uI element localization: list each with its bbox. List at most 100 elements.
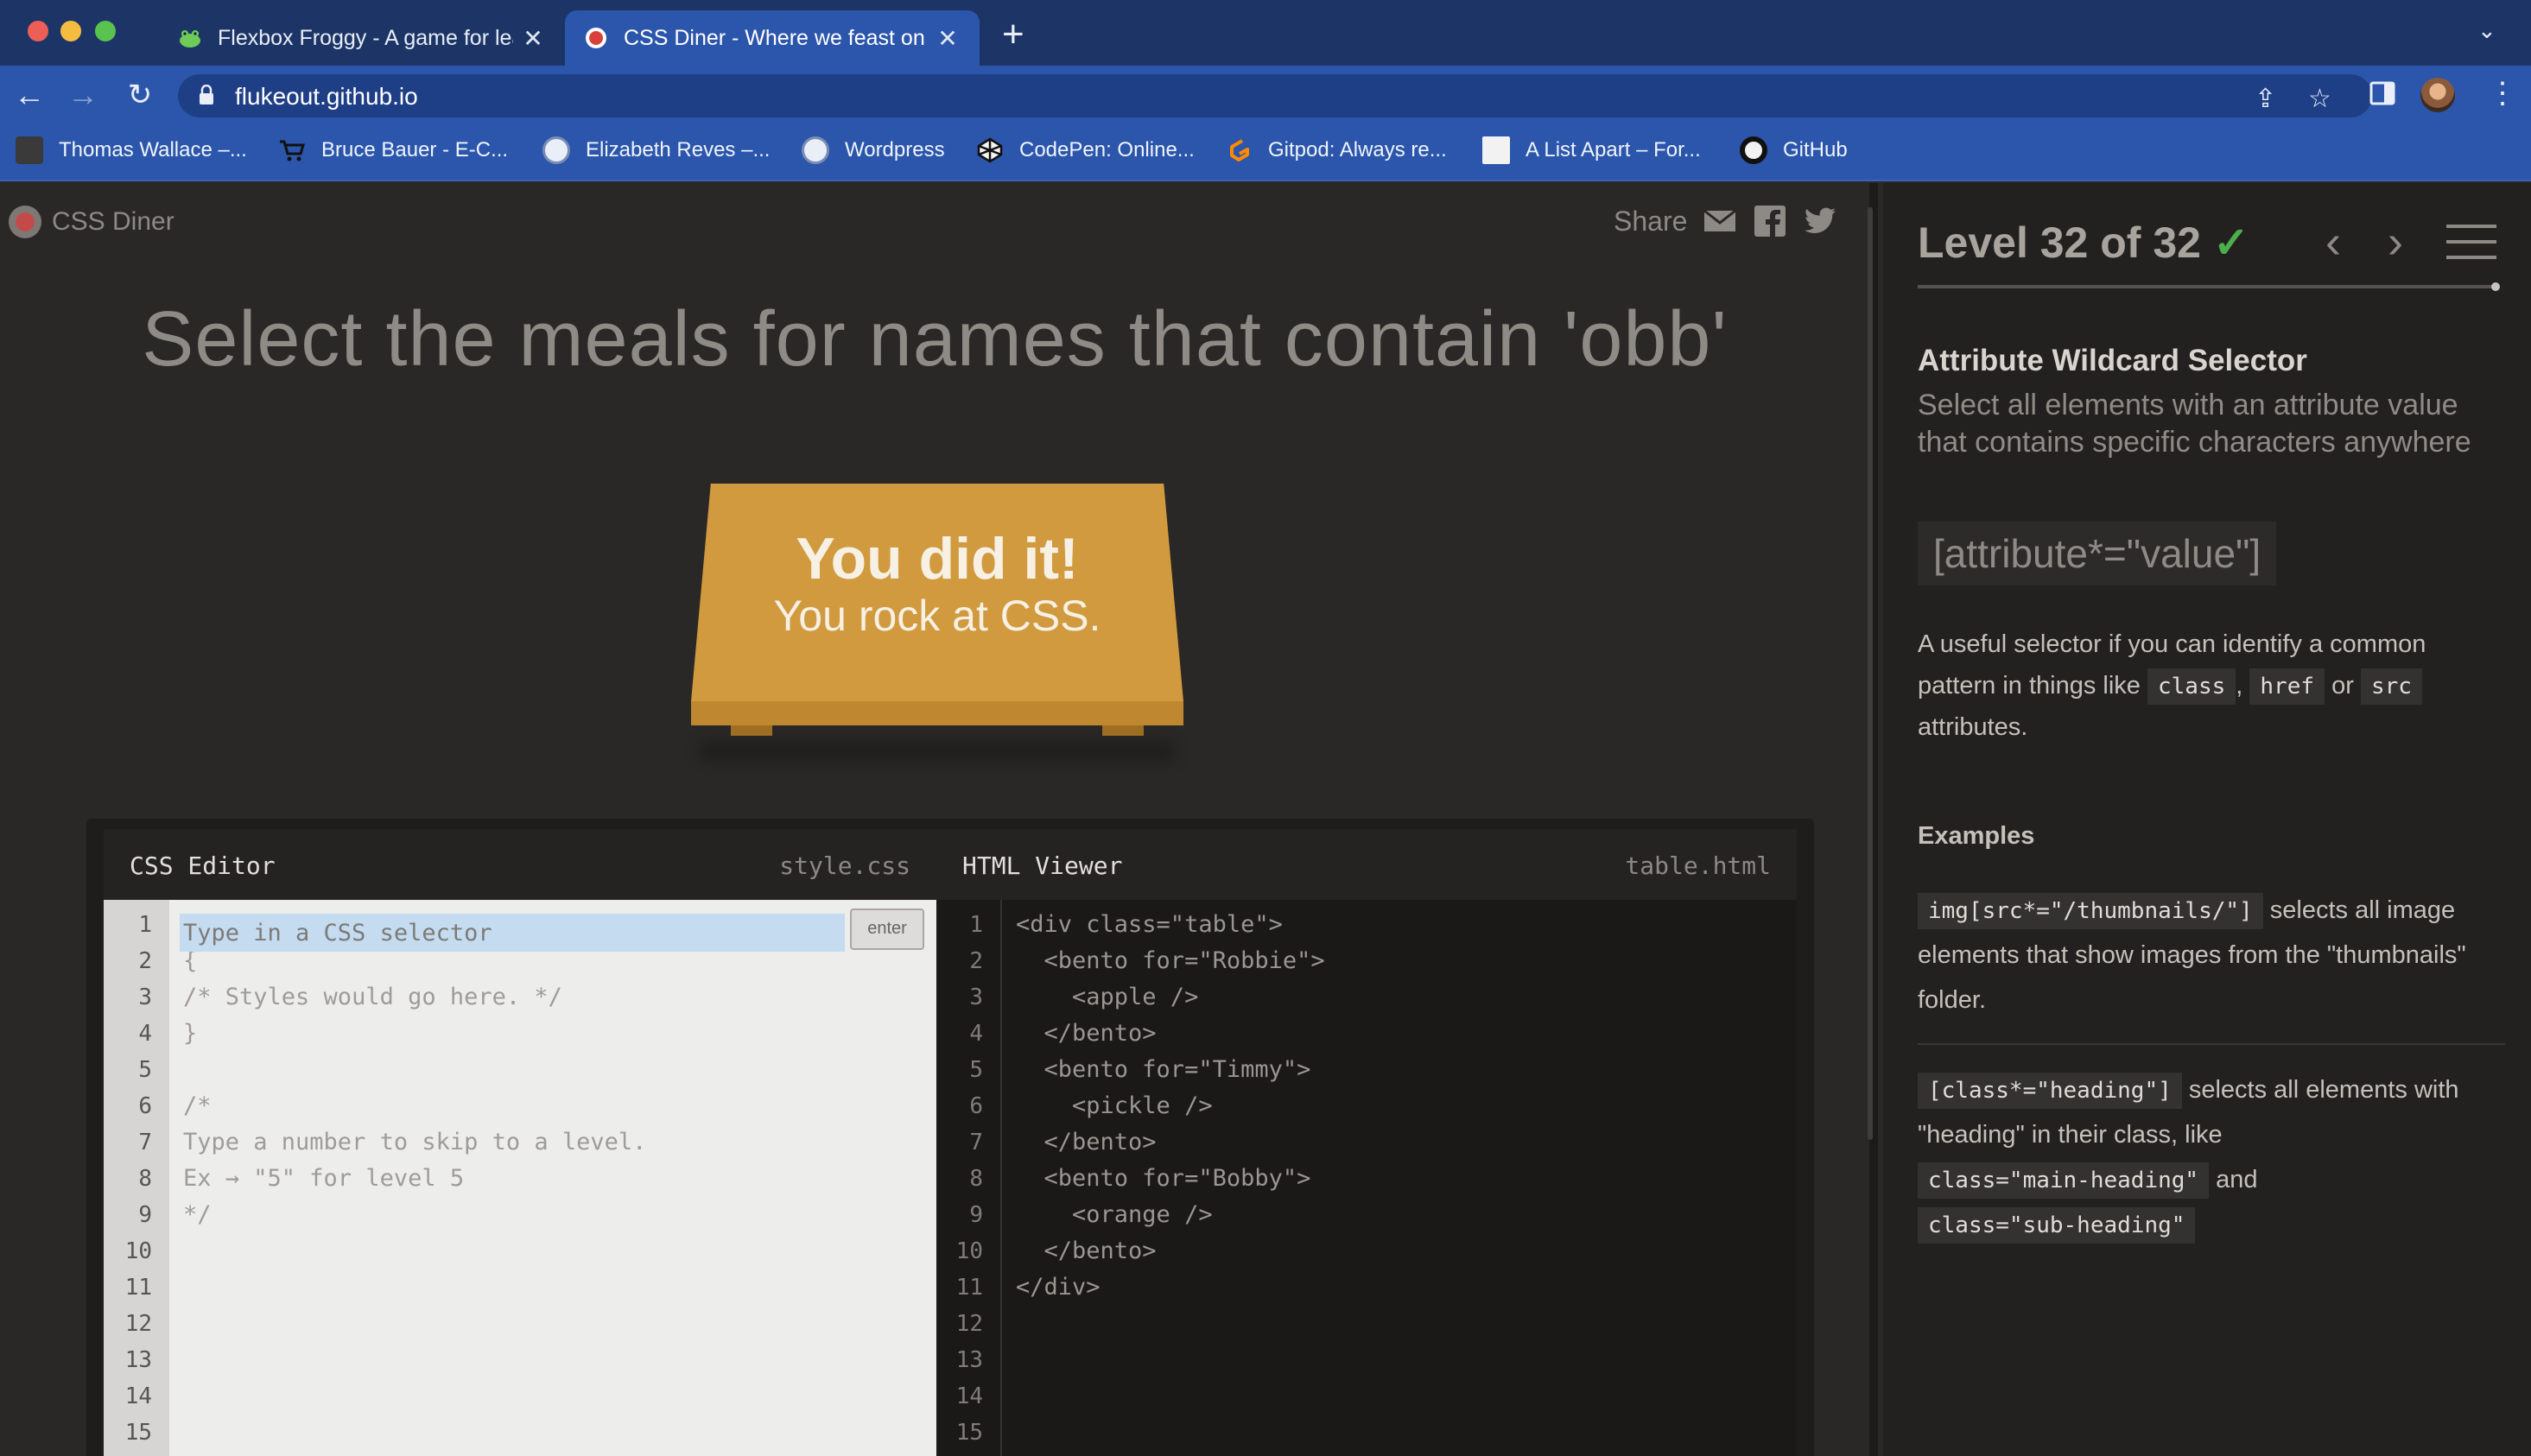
bookmark-label: GitHub	[1783, 138, 1848, 161]
code-line: /* Styles would go here. */	[183, 984, 562, 1010]
minimize-window-button[interactable]	[60, 21, 81, 41]
portrait-icon	[16, 136, 43, 164]
line-number: 13	[955, 1347, 983, 1373]
dinner-table: You did it! You rock at CSS.	[691, 484, 1183, 760]
css-editor-header: CSS Editor style.css	[104, 829, 936, 900]
line-number: 6	[969, 1093, 983, 1119]
code-line: </bento>	[1016, 1129, 1157, 1155]
code-line: <pickle />	[1016, 1092, 1213, 1119]
line-number: 14	[955, 1383, 983, 1409]
previous-level-icon[interactable]: ‹	[2325, 216, 2341, 268]
line-number: 3	[969, 984, 983, 1010]
maximize-window-button[interactable]	[95, 21, 116, 41]
forward-icon[interactable]: →	[64, 76, 102, 114]
hint-text: or	[2331, 672, 2354, 700]
tab-title: CSS Diner - Where we feast on CSS Select…	[624, 25, 928, 50]
bookmark-item[interactable]: Bruce Bauer - E-C...	[278, 136, 508, 164]
line-number: 13	[124, 1347, 152, 1373]
bookmark-label: Gitpod: Always re...	[1268, 138, 1447, 161]
line-number: 5	[138, 1057, 152, 1083]
code-line: </bento>	[1016, 1020, 1157, 1047]
html-file-name: table.html	[1625, 851, 1771, 880]
line-number: 9	[138, 1202, 152, 1228]
bookmark-label: A List Apart – For...	[1526, 138, 1701, 161]
bookmark-star-icon[interactable]: ☆	[2308, 86, 2331, 112]
github-icon	[1740, 136, 1767, 164]
close-window-button[interactable]	[28, 21, 48, 41]
reload-icon[interactable]: ↻	[121, 76, 159, 114]
line-number: 11	[124, 1275, 152, 1301]
css-editor-title: CSS Editor	[130, 851, 276, 880]
code-tag: href	[2249, 668, 2325, 705]
page-scrollbar[interactable]	[1868, 207, 1873, 1140]
browser-menu-icon[interactable]: ⋮	[2488, 76, 2517, 111]
tab-search-icon[interactable]: ⌄	[2477, 17, 2496, 44]
tab-css-diner[interactable]: CSS Diner - Where we feast on CSS Select…	[565, 10, 980, 66]
bookmark-item[interactable]: Gitpod: Always re...	[1225, 136, 1447, 164]
line-number: 12	[955, 1311, 983, 1337]
code-line: <div class="table">	[1016, 911, 1283, 938]
share-page-icon[interactable]: ⇪	[2255, 86, 2276, 112]
site-logo[interactable]: CSS Diner	[9, 206, 174, 238]
selector-name: Attribute Wildcard Selector	[1918, 344, 2307, 377]
line-number: 6	[138, 1093, 152, 1119]
next-level-icon[interactable]: ›	[2388, 216, 2403, 268]
line-number: 1	[969, 912, 983, 938]
level-menu-icon[interactable]	[2446, 223, 2496, 261]
hint-text: ,	[2236, 672, 2243, 700]
tab-flexbox-froggy[interactable]: Flexbox Froggy - A game for learning CSS…	[159, 10, 565, 66]
tab-strip: Flexbox Froggy - A game for learning CSS…	[0, 0, 2531, 66]
bookmark-item[interactable]: A List Apart – For...	[1482, 136, 1701, 164]
code-line: </bento>	[1016, 1238, 1157, 1264]
win-title: You did it!	[796, 526, 1079, 592]
css-code-area: {/* Styles would go here. */}/* Type a nu…	[169, 900, 936, 1456]
close-tab-icon[interactable]: ✕	[935, 24, 961, 53]
line-number: 7	[138, 1130, 152, 1155]
level-text: Level 32 of 32	[1918, 218, 2201, 267]
line-number: 7	[969, 1130, 983, 1155]
profile-avatar[interactable]	[2420, 78, 2455, 112]
bookmark-label: CodePen: Online...	[1019, 138, 1195, 161]
css-selector-input[interactable]	[180, 914, 845, 952]
lock-icon	[200, 85, 213, 104]
tab-title: Flexbox Froggy - A game for learning CSS…	[218, 25, 513, 50]
browser-toolbar: ← → ↻ flukeout.github.io ⇪ ☆ ⋮	[0, 66, 2531, 124]
side-panel-icon[interactable]	[2369, 79, 2396, 107]
bookmark-item[interactable]: Elizabeth Reves –...	[542, 136, 770, 164]
examples-heading: Examples	[1918, 822, 2035, 850]
enter-button[interactable]: enter	[850, 908, 924, 950]
close-tab-icon[interactable]: ✕	[520, 24, 546, 53]
html-viewer-title: HTML Viewer	[962, 851, 1123, 880]
line-number: 11	[955, 1275, 983, 1301]
code-line: <bento for="Bobby">	[1016, 1165, 1311, 1192]
css-diner-logo-icon	[9, 206, 41, 238]
bookmark-label: Elizabeth Reves –...	[586, 138, 771, 161]
cart-icon	[278, 136, 306, 164]
code-line: <orange />	[1016, 1201, 1213, 1228]
email-icon[interactable]	[1703, 204, 1737, 238]
logo-text: CSS Diner	[52, 207, 174, 236]
editor-panel: CSS Editor style.css 1 2 3 4 5 6 7 8 9 10 11 12 13 14…	[86, 819, 1814, 1456]
new-tab-button[interactable]: +	[1002, 16, 1024, 54]
code-line: /*	[183, 1092, 212, 1119]
bookmark-item[interactable]: Wordpress	[802, 136, 945, 164]
progress-dot	[2491, 282, 2500, 291]
table-leg	[1102, 725, 1144, 736]
twitter-icon[interactable]	[1803, 204, 1837, 238]
bookmark-item[interactable]: CodePen: Online...	[976, 136, 1195, 164]
bookmark-item[interactable]: GitHub	[1740, 136, 1848, 164]
bookmark-item[interactable]: Thomas Wallace –...	[16, 136, 247, 164]
line-number: 14	[124, 1383, 152, 1409]
line-number: 3	[138, 984, 152, 1010]
table-edge	[691, 701, 1183, 725]
facebook-icon[interactable]	[1753, 204, 1787, 238]
back-icon[interactable]: ←	[10, 76, 48, 114]
address-bar[interactable]: flukeout.github.io ⇪ ☆	[178, 74, 2372, 117]
